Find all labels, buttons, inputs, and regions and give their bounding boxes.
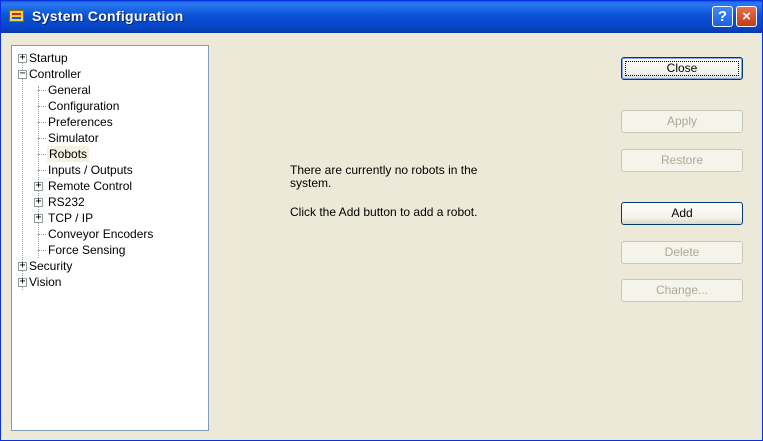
tree-item-label: Vision [29,275,62,289]
tree-line [38,90,46,91]
tree-line [38,122,46,123]
app-icon [9,10,24,22]
tree-line [38,170,46,171]
tree-item-label: Conveyor Encoders [48,227,154,241]
tree-item-label: Simulator [48,131,99,145]
tree-item-general[interactable]: General [12,82,208,98]
tree-item-robots[interactable]: Robots [12,146,208,162]
tree-line [38,138,46,139]
expand-icon[interactable]: + [34,212,43,223]
tree-item-tcp-ip[interactable]: + TCP / IP [12,210,208,226]
tree-item-label: Configuration [48,99,120,113]
tree-item-startup[interactable]: + Startup [12,50,208,66]
tree-item-label: Force Sensing [48,243,126,257]
expand-icon[interactable]: + [34,180,43,191]
close-window-button[interactable]: × [736,6,757,27]
tree-item-label: RS232 [48,195,85,209]
expand-icon[interactable]: + [18,260,27,271]
tree-item-conveyor-encoders[interactable]: Conveyor Encoders [12,226,208,242]
tree-line [38,234,46,235]
tree-item-remote-control[interactable]: + Remote Control [12,178,208,194]
tree-item-vision[interactable]: + Vision [12,274,208,290]
window-title: System Configuration [32,8,184,24]
settings-tree[interactable]: + Startup − Controller General Configura… [11,45,209,431]
tree-item-label: Remote Control [48,179,133,193]
no-robots-message-cont: system. [290,176,332,190]
tree-item-inputs-outputs[interactable]: Inputs / Outputs [12,162,208,178]
tree-item-configuration[interactable]: Configuration [12,98,208,114]
delete-button[interactable]: Delete [621,241,743,264]
expand-icon[interactable]: + [34,196,43,207]
tree-item-label: General [48,83,91,97]
expand-icon[interactable]: + [18,52,27,63]
tree-item-security[interactable]: + Security [12,258,208,274]
tree-item-preferences[interactable]: Preferences [12,114,208,130]
tree-line [38,106,46,107]
tree-item-label: Robots [47,146,90,162]
tree-item-label: Inputs / Outputs [48,163,133,177]
expand-icon[interactable]: + [18,276,27,287]
tree-item-label: Startup [29,51,68,65]
restore-button[interactable]: Restore [621,149,743,172]
tree-item-controller[interactable]: − Controller [12,66,208,82]
change-button[interactable]: Change... [621,279,743,302]
tree-item-force-sensing[interactable]: Force Sensing [12,242,208,258]
system-configuration-window: System Configuration ? × + Startup − Con… [0,0,763,441]
tree-line [38,250,46,251]
help-button[interactable]: ? [712,6,733,27]
add-robot-hint: Click the Add button to add a robot. [290,205,478,219]
tree-item-rs232[interactable]: + RS232 [12,194,208,210]
add-button[interactable]: Add [621,202,743,225]
tree-item-simulator[interactable]: Simulator [12,130,208,146]
tree-item-label: Security [29,259,73,273]
title-bar[interactable]: System Configuration ? × [1,1,762,33]
close-button[interactable]: Close [621,57,743,80]
tree-item-label: TCP / IP [48,211,94,225]
collapse-icon[interactable]: − [18,68,27,79]
tree-item-label: Controller [29,67,82,81]
tree-line [38,154,46,155]
focus-rect [625,61,739,76]
apply-button[interactable]: Apply [621,110,743,133]
tree-item-label: Preferences [48,115,113,129]
